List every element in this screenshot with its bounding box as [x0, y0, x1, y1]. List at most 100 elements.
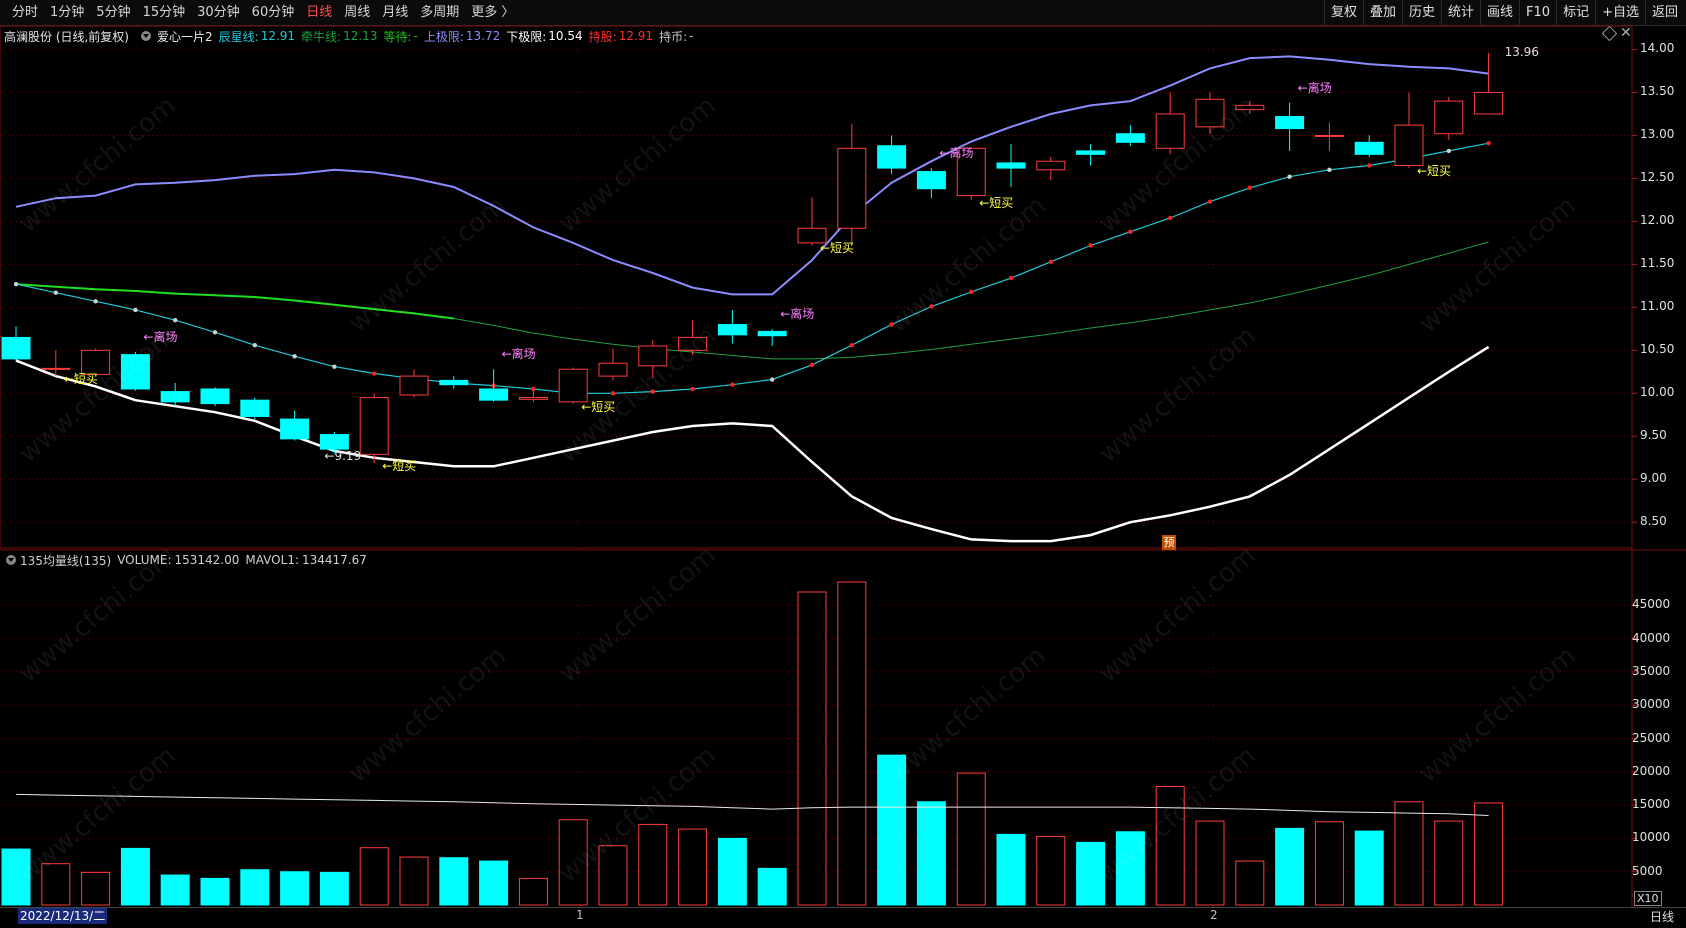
- candle-body: [558, 368, 588, 403]
- signal-sell-label: ←离场: [501, 347, 536, 362]
- signal-buy-label: ←短买: [820, 241, 855, 256]
- volume-bar: [1036, 835, 1066, 906]
- volume-bar: [200, 877, 230, 906]
- month-label-1: 1: [576, 908, 584, 922]
- volume-bar: [319, 871, 349, 906]
- candle-body: [399, 375, 429, 396]
- volume-bar: [1, 848, 31, 906]
- volume-bar: [996, 833, 1026, 906]
- chenxing-dot: [770, 377, 775, 382]
- price-panel-frame: [0, 25, 1633, 549]
- volume-bar: [717, 837, 747, 906]
- chenxing-dot: [690, 386, 695, 392]
- candle-body: [280, 418, 310, 440]
- candle-body: [1076, 150, 1106, 155]
- volume-bar: [41, 863, 71, 906]
- chenxing-dot: [650, 389, 655, 394]
- signal-sell-label: ←离场: [143, 330, 178, 345]
- chenxing-dot: [1367, 163, 1372, 168]
- volume-bar: [956, 772, 986, 906]
- price-axis-label: 10.00: [1640, 385, 1675, 400]
- candle-body: [1354, 141, 1384, 155]
- volume-bar: [1155, 785, 1185, 906]
- volume-bar: [916, 801, 946, 906]
- volume-axis-label: 30000: [1632, 697, 1671, 712]
- volume-bar: [160, 874, 190, 906]
- candle-body: [1, 336, 31, 360]
- volume-axis-label: 40000: [1632, 630, 1671, 645]
- price-axis-label: 12.50: [1640, 170, 1675, 185]
- volume-bar: [399, 856, 429, 906]
- volume-bar: [359, 847, 389, 906]
- volume-axis-label: 10000: [1632, 830, 1671, 845]
- volume-bar: [120, 847, 150, 906]
- chenxing-dot: [929, 304, 934, 309]
- volume-axis-label: 20000: [1632, 763, 1671, 778]
- x10-scale-button[interactable]: X10: [1634, 891, 1662, 906]
- candle-body: [439, 379, 469, 386]
- candle-body: [1195, 98, 1225, 128]
- candle-body: [120, 354, 150, 390]
- volume-bar: [1115, 831, 1145, 906]
- candle-body: [1275, 116, 1305, 130]
- candle-body: [1474, 91, 1504, 115]
- time-axis-bar: [0, 907, 1686, 928]
- volume-bar: [81, 871, 111, 906]
- chenxing-dot: [969, 289, 974, 295]
- signal-buy-label: ←短买: [979, 195, 1014, 210]
- volume-axis-label: 15000: [1632, 797, 1671, 812]
- candle-body: [479, 388, 509, 401]
- chenxing-dot: [1207, 199, 1213, 204]
- volume-bar: [1354, 830, 1384, 906]
- chenxing-dot: [1486, 140, 1491, 146]
- candle-body: [678, 336, 708, 351]
- chenxing-dot: [292, 354, 297, 359]
- chenxing-dot: [809, 362, 815, 368]
- candle-body: [1235, 104, 1265, 111]
- candle-body: [319, 434, 349, 450]
- candle-body: [359, 397, 389, 455]
- candle-body: [1155, 113, 1185, 149]
- chenxing-dot: [1327, 167, 1332, 173]
- chenxing-dot: [1446, 148, 1452, 154]
- candle-body: [1394, 124, 1424, 167]
- chenxing-dot: [1128, 229, 1133, 234]
- candle-body: [240, 399, 270, 417]
- price-axis-label: 8.50: [1640, 514, 1667, 529]
- chenxing-dot: [93, 299, 98, 304]
- volume-bar: [1076, 841, 1106, 906]
- candle-body: [598, 362, 628, 377]
- candle-body: [1434, 100, 1464, 135]
- volume-bar: [638, 823, 668, 906]
- volume-bar: [1235, 860, 1265, 906]
- price-axis-label: 12.00: [1640, 213, 1675, 228]
- signal-buy-label: ←短买: [382, 458, 417, 473]
- lower-limit-line: [15, 345, 1490, 543]
- chenxing-line: [15, 142, 1489, 394]
- chenxing-dot: [13, 281, 19, 287]
- kline-chart[interactable]: [0, 0, 1686, 927]
- qianniu-line-strong: [15, 283, 454, 320]
- candle-body: [518, 397, 548, 400]
- signal-val-label: ←9.19: [324, 449, 362, 464]
- volume-axis-label: 25000: [1632, 730, 1671, 745]
- candle-body: [81, 349, 111, 375]
- month-label-2: 2: [1210, 908, 1218, 922]
- chenxing-dot: [53, 290, 58, 295]
- volume-bar: [1314, 821, 1344, 906]
- volume-bar: [1394, 801, 1424, 906]
- chenxing-dot: [372, 371, 377, 376]
- volume-bar: [1474, 802, 1504, 906]
- volume-bar: [1275, 827, 1305, 906]
- signal-sell-label: ←离场: [939, 146, 974, 161]
- price-axis-label: 13.50: [1640, 84, 1675, 99]
- candle-body: [837, 147, 867, 229]
- signal-buy-label: ←短买: [63, 372, 98, 387]
- volume-bar: [280, 871, 310, 906]
- chenxing-dot: [252, 342, 257, 348]
- price-axis-label: 14.00: [1640, 41, 1675, 56]
- volume-bar: [479, 860, 509, 906]
- price-axis-label: 11.50: [1640, 256, 1675, 271]
- signal-sell-label: ←离场: [780, 306, 815, 321]
- volume-axis-label: 5000: [1632, 863, 1663, 878]
